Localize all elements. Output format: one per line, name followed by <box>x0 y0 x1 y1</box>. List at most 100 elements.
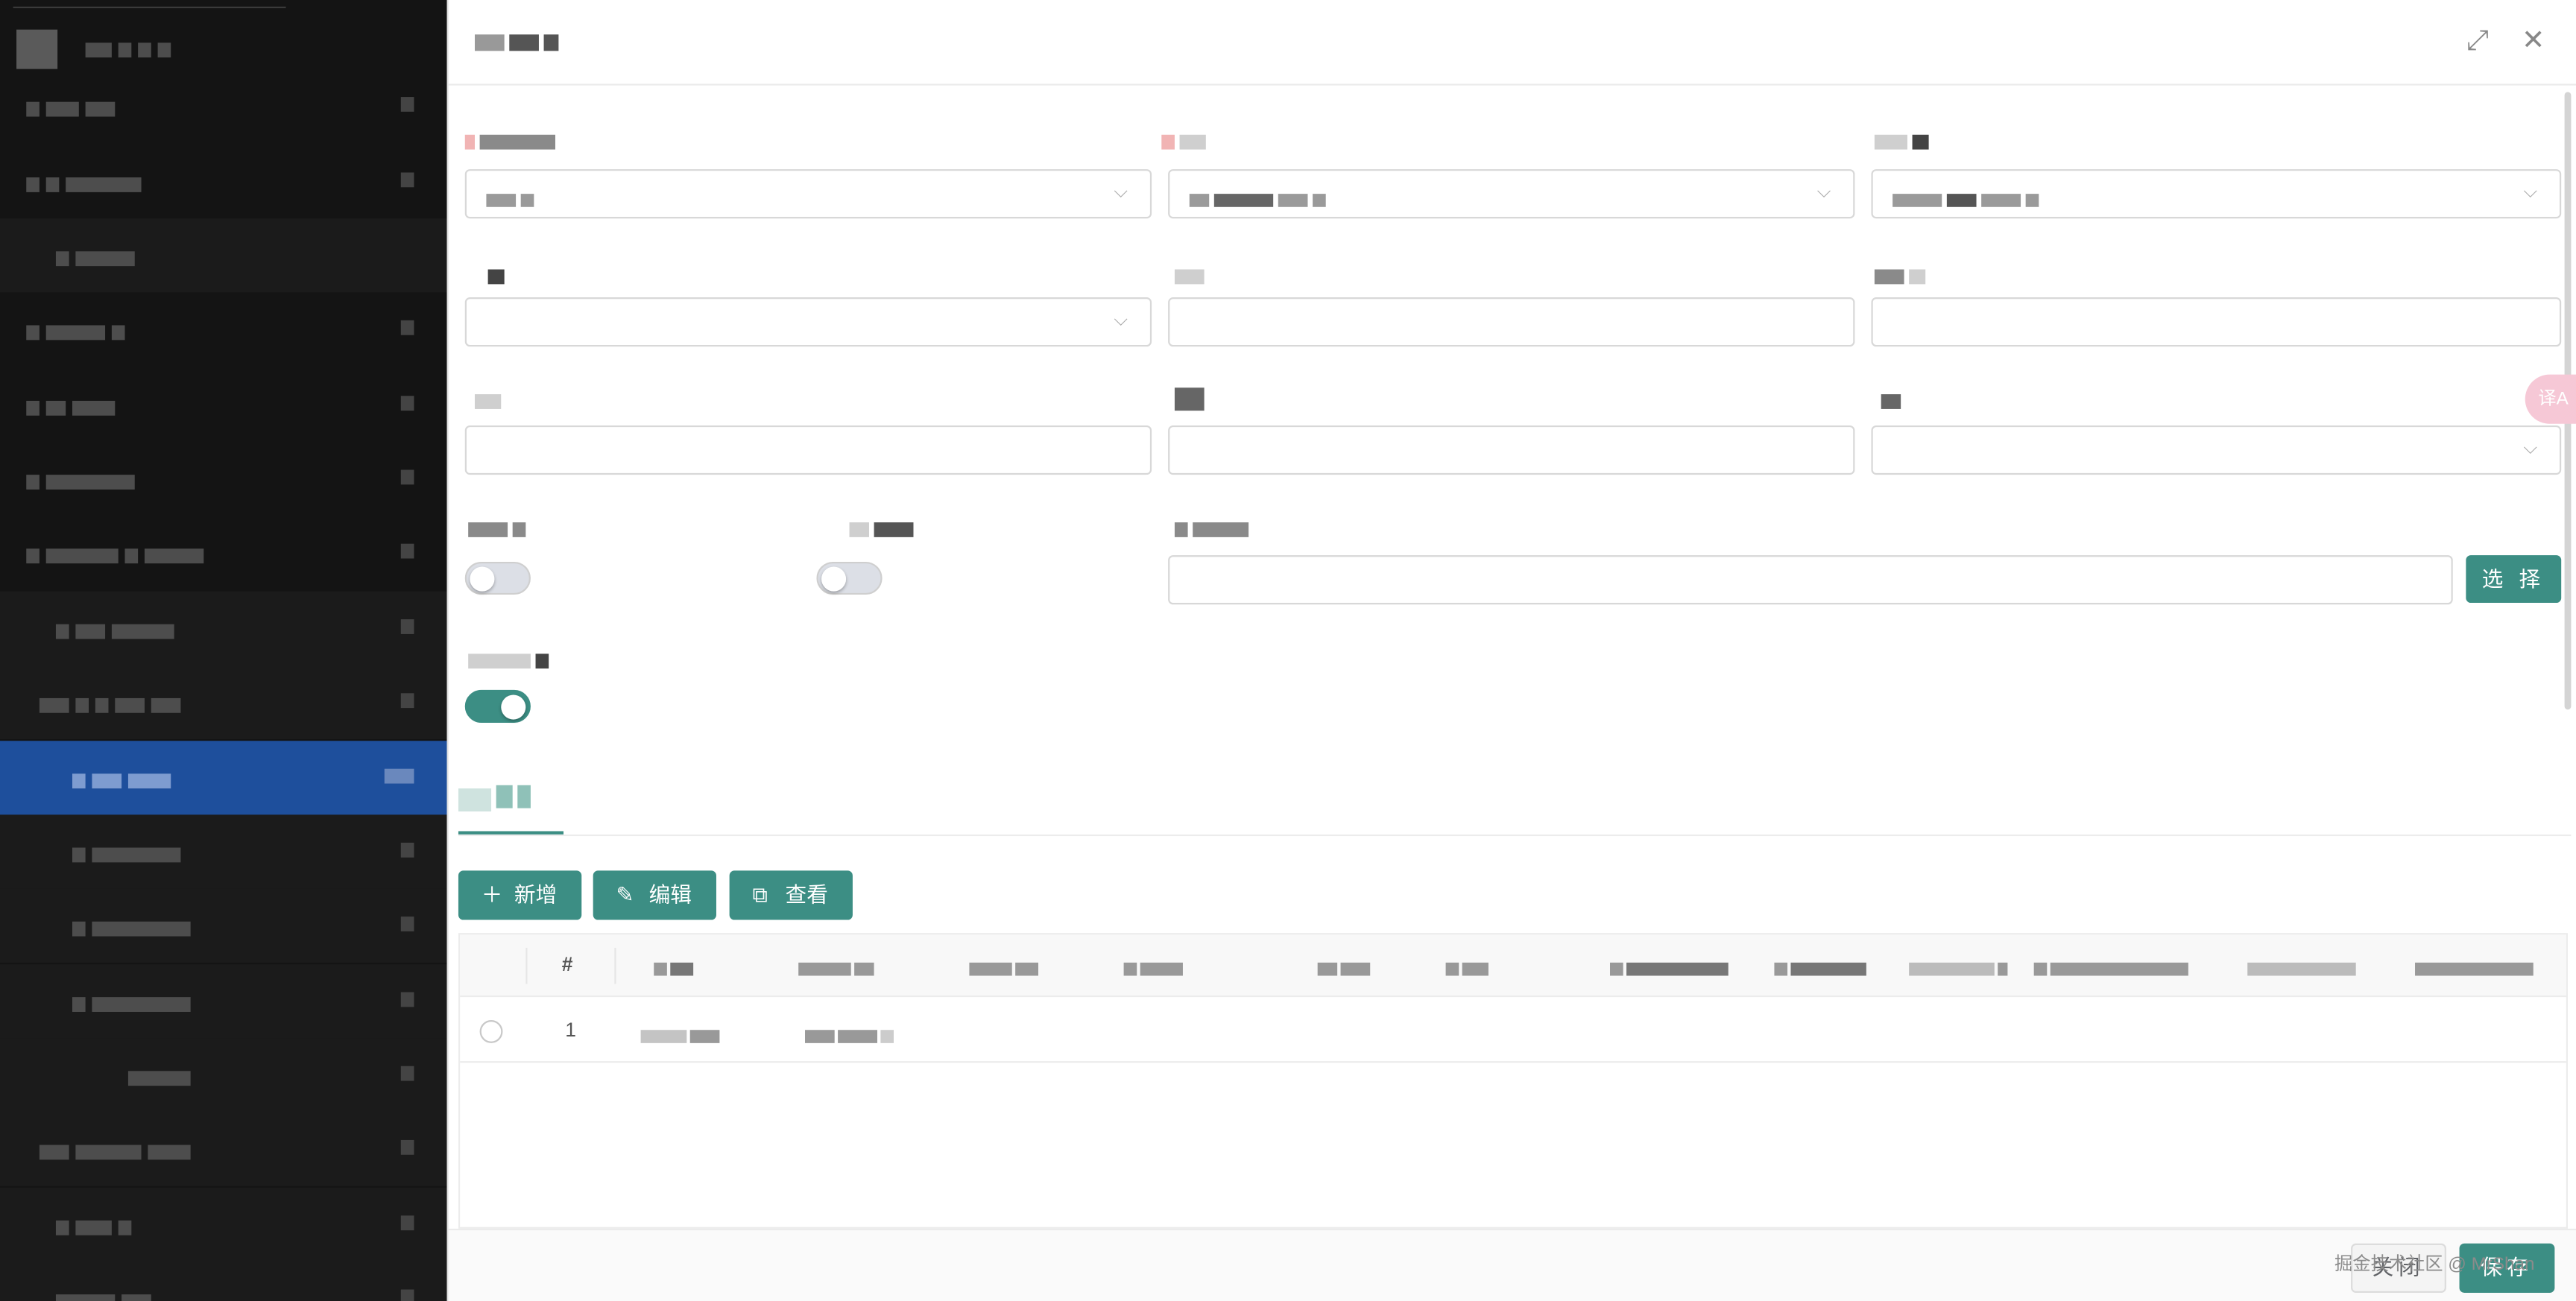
field-label <box>468 648 554 669</box>
chevron-icon <box>400 97 414 112</box>
copy-icon: ⧉ <box>752 881 768 907</box>
column-header[interactable] <box>2033 955 2192 981</box>
chevron-icon <box>400 396 414 411</box>
tab-active[interactable] <box>458 782 564 835</box>
select-field[interactable]: ⌵ <box>464 297 1152 347</box>
chevron-icon <box>400 842 414 858</box>
table-header: # <box>460 934 2566 998</box>
pencil-icon: ✎ <box>616 881 634 907</box>
sidebar-subitem[interactable] <box>0 1187 447 1262</box>
select-field[interactable]: ⌵ <box>1871 425 2562 475</box>
column-header[interactable] <box>654 955 696 981</box>
chevron-icon <box>400 172 414 188</box>
column-header[interactable] <box>2247 955 2359 981</box>
chevron-icon <box>400 1139 414 1155</box>
text-field[interactable] <box>1168 297 1855 347</box>
column-header[interactable] <box>1123 955 1187 981</box>
fullscreen-icon[interactable]: ⤢ <box>2463 25 2493 56</box>
watermark: 掘金技术社区 @ MrShan <box>2334 1255 2535 1275</box>
column-header[interactable] <box>1445 955 1492 981</box>
sidebar-subitem-active[interactable] <box>0 741 447 815</box>
chevron-icon <box>384 768 414 784</box>
index-header: # <box>561 952 573 976</box>
sidebar-subitem[interactable] <box>0 665 447 740</box>
edit-button[interactable]: ✎ 编辑 <box>593 870 716 920</box>
field-label <box>1174 263 1209 285</box>
text-field[interactable] <box>464 425 1152 475</box>
tab-divider <box>458 834 2572 837</box>
sidebar-subitem[interactable] <box>0 591 447 665</box>
select-field[interactable]: ⌵ <box>464 169 1152 219</box>
row-radio[interactable] <box>479 1019 503 1043</box>
table-row[interactable]: 1 <box>460 997 2566 1063</box>
sidebar-item[interactable] <box>0 292 447 366</box>
column-header[interactable] <box>1909 955 2011 981</box>
sidebar-subitem[interactable] <box>0 218 447 293</box>
table-cell <box>640 1022 723 1043</box>
field-label <box>1161 128 1210 151</box>
sidebar-item[interactable] <box>0 145 447 218</box>
sidebar-subitem[interactable] <box>0 1112 447 1186</box>
select-button[interactable]: 选 择 <box>2466 555 2562 604</box>
chevron-down-icon: ⌵ <box>1114 310 1128 331</box>
data-table: # 1 <box>458 933 2569 1229</box>
chevron-icon <box>400 469 414 485</box>
sidebar <box>0 0 447 1301</box>
chevron-icon <box>400 1066 414 1081</box>
text-field[interactable] <box>1168 555 2453 605</box>
dialog-footer: 关闭 保存 掘金技术社区 @ MrShan <box>448 1228 2576 1301</box>
field-label <box>1174 516 1254 538</box>
sidebar-item[interactable] <box>0 516 447 589</box>
chevron-down-icon: ⌵ <box>2523 182 2537 203</box>
chevron-icon <box>400 543 414 559</box>
field-label <box>1174 384 1209 411</box>
row-index: 1 <box>565 1018 576 1042</box>
column-header[interactable] <box>1317 955 1374 981</box>
select-field[interactable]: ⌵ <box>1871 169 2562 219</box>
app-title <box>85 36 211 58</box>
chevron-icon <box>400 1215 414 1231</box>
sidebar-item[interactable] <box>0 368 447 442</box>
toggle-switch[interactable] <box>464 561 531 595</box>
field-label <box>849 516 919 538</box>
chevron-icon <box>400 619 414 634</box>
chevron-icon <box>400 320 414 335</box>
dialog-title <box>474 28 564 57</box>
sidebar-subitem[interactable] <box>0 814 447 889</box>
toggle-switch-on[interactable] <box>464 689 531 723</box>
sidebar-item[interactable] <box>0 442 447 516</box>
column-header[interactable] <box>1774 955 1869 981</box>
chevron-icon <box>400 693 414 709</box>
close-icon[interactable]: ✕ <box>2519 25 2548 56</box>
sidebar-subitem[interactable] <box>0 964 447 1039</box>
chevron-down-icon: ⌵ <box>1114 182 1128 203</box>
chevron-down-icon: ⌵ <box>2523 438 2537 459</box>
text-field[interactable] <box>1871 297 2562 347</box>
plus-icon: ＋ <box>481 881 503 907</box>
app-logo <box>16 29 58 69</box>
sidebar-subitem[interactable] <box>0 1038 447 1112</box>
chevron-icon <box>400 917 414 931</box>
sidebar-item[interactable] <box>0 69 447 143</box>
sidebar-subitem[interactable] <box>0 1262 447 1301</box>
sidebar-subitem[interactable] <box>0 888 447 963</box>
add-button[interactable]: ＋ 新增 <box>458 870 582 920</box>
view-button[interactable]: ⧉ 查看 <box>729 870 853 920</box>
column-header[interactable] <box>1610 955 1731 981</box>
column-header[interactable] <box>2415 955 2536 981</box>
select-field[interactable]: ⌵ <box>1168 169 1855 219</box>
text-field[interactable] <box>1168 425 1855 475</box>
chevron-icon <box>400 992 414 1007</box>
field-label <box>474 387 506 410</box>
column-header[interactable] <box>969 955 1041 981</box>
field-label <box>1874 263 1931 285</box>
chevron-down-icon: ⌵ <box>1816 182 1831 203</box>
field-label <box>1874 128 1933 151</box>
toggle-switch[interactable] <box>816 561 883 595</box>
edit-dialog: ⤢ ✕ ⌵ ⌵ ⌵ ⌵ ⌵ 选 择 ＋ 新增 ✎ 编辑 ⧉ 查看 # 1 关闭 … <box>446 0 2576 1301</box>
chevron-icon <box>400 1289 414 1301</box>
translate-icon[interactable]: 译A <box>2525 374 2576 424</box>
column-header[interactable] <box>798 955 877 981</box>
field-label <box>464 128 561 151</box>
table-cell <box>805 1022 897 1043</box>
